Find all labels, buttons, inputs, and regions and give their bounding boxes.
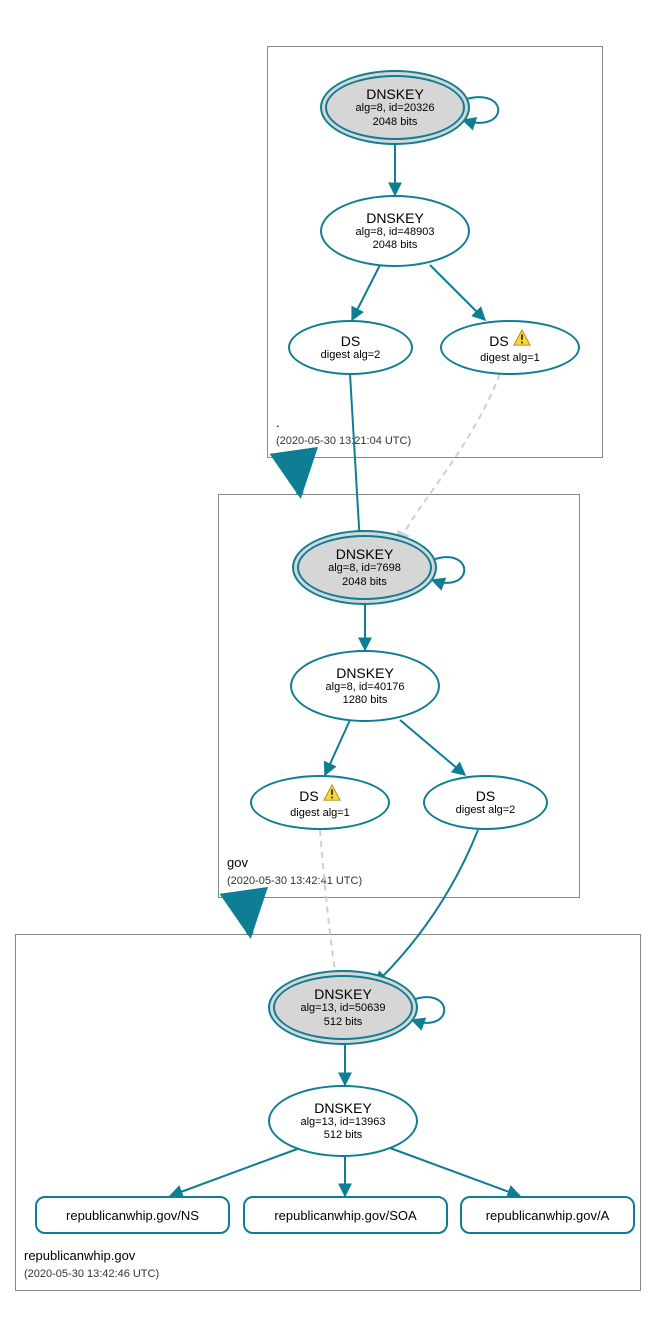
node-gov-ksk-line2: 2048 bits (342, 576, 387, 589)
node-gov-zsk-line2: 1280 bits (343, 694, 388, 707)
edge-deleg-gov-domain (249, 896, 251, 934)
node-rr-soa-label: republicanwhip.gov/SOA (274, 1208, 416, 1223)
warning-icon (323, 784, 341, 807)
node-rr-a-label: republicanwhip.gov/A (486, 1208, 610, 1223)
node-gov-ds1-title: DS (299, 788, 318, 804)
node-root-ds2: DS digest alg=2 (288, 320, 413, 375)
node-dom-zsk-line1: alg=13, id=13963 (300, 1116, 385, 1129)
node-root-zsk: DNSKEY alg=8, id=48903 2048 bits (320, 195, 470, 267)
node-gov-ds1-line1: digest alg=1 (290, 807, 350, 820)
node-dom-ksk-title: DNSKEY (314, 986, 372, 1002)
node-root-zsk-line1: alg=8, id=48903 (356, 226, 435, 239)
node-gov-ksk-line1: alg=8, id=7698 (328, 562, 401, 575)
node-root-ksk-line1: alg=8, id=20326 (356, 102, 435, 115)
edge-deleg-root-gov (299, 456, 301, 494)
node-root-zsk-line2: 2048 bits (373, 239, 418, 252)
node-dom-zsk-title: DNSKEY (314, 1100, 372, 1116)
node-rr-ns: republicanwhip.gov/NS (35, 1196, 230, 1234)
node-rr-a: republicanwhip.gov/A (460, 1196, 635, 1234)
node-root-ds1-title: DS (489, 333, 508, 349)
zone-gov-label: gov (2020-05-30 13:42:41 UTC) (227, 855, 362, 889)
node-root-ds1: DS digest alg=1 (440, 320, 580, 375)
node-rr-soa: republicanwhip.gov/SOA (243, 1196, 448, 1234)
zone-domain-timestamp: (2020-05-30 13:42:46 UTC) (24, 1268, 159, 1280)
node-gov-ds2-line1: digest alg=2 (456, 804, 516, 817)
node-gov-zsk-line1: alg=8, id=40176 (326, 681, 405, 694)
node-root-ds1-line1: digest alg=1 (480, 352, 540, 365)
node-gov-ds2: DS digest alg=2 (423, 775, 548, 830)
node-root-ksk-line2: 2048 bits (373, 116, 418, 129)
node-root-zsk-title: DNSKEY (366, 210, 424, 226)
node-gov-ksk: DNSKEY alg=8, id=7698 2048 bits (292, 530, 437, 605)
node-gov-ds2-title: DS (476, 788, 495, 804)
zone-domain-label: republicanwhip.gov (2020-05-30 13:42:46 … (24, 1248, 159, 1282)
node-rr-ns-label: republicanwhip.gov/NS (66, 1208, 199, 1223)
warning-icon (513, 329, 531, 352)
zone-root-timestamp: (2020-05-30 13:21:04 UTC) (276, 435, 411, 447)
zone-root-name: . (276, 415, 280, 430)
zone-gov-name: gov (227, 855, 248, 870)
zone-domain-name: republicanwhip.gov (24, 1248, 135, 1263)
node-dom-ksk: DNSKEY alg=13, id=50639 512 bits (268, 970, 418, 1045)
node-dom-zsk-line2: 512 bits (324, 1129, 363, 1142)
node-dom-zsk: DNSKEY alg=13, id=13963 512 bits (268, 1085, 418, 1157)
node-gov-zsk: DNSKEY alg=8, id=40176 1280 bits (290, 650, 440, 722)
node-root-ksk-title: DNSKEY (366, 86, 424, 102)
node-dom-ksk-line1: alg=13, id=50639 (300, 1002, 385, 1015)
node-root-ds2-line1: digest alg=2 (321, 349, 381, 362)
node-gov-ksk-title: DNSKEY (336, 546, 394, 562)
node-root-ksk: DNSKEY alg=8, id=20326 2048 bits (320, 70, 470, 145)
zone-root-label: . (2020-05-30 13:21:04 UTC) (276, 415, 411, 449)
node-root-ds2-title: DS (341, 333, 360, 349)
zone-gov-timestamp: (2020-05-30 13:42:41 UTC) (227, 875, 362, 887)
node-gov-zsk-title: DNSKEY (336, 665, 394, 681)
node-gov-ds1: DS digest alg=1 (250, 775, 390, 830)
node-dom-ksk-line2: 512 bits (324, 1016, 363, 1029)
